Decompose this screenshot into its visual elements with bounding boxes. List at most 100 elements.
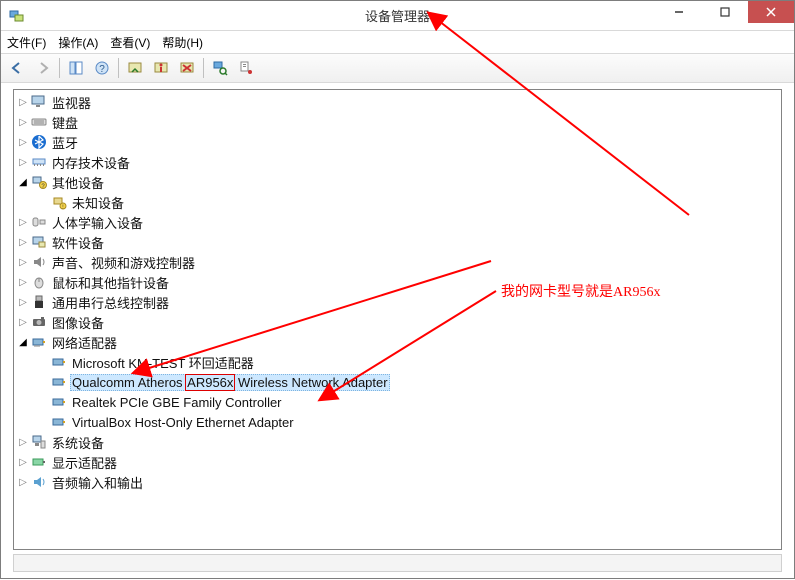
toolbar: ? (1, 53, 794, 83)
expand-arrow-icon[interactable]: ▷ (16, 155, 30, 169)
unknown-device-icon: ! (50, 194, 68, 210)
menu-view[interactable]: 查看(V) (110, 34, 150, 51)
expand-arrow-icon[interactable]: ▷ (16, 275, 30, 289)
tree-item-hid[interactable]: ▷ 人体学输入设备 (16, 212, 781, 232)
toolbar-separator (59, 58, 60, 78)
svg-text:!: ! (62, 205, 63, 211)
maximize-button[interactable] (702, 1, 748, 23)
tree-item-adapter[interactable]: ▷ VirtualBox Host-Only Ethernet Adapter (36, 412, 781, 432)
titlebar: 设备管理器 (1, 1, 794, 31)
bluetooth-icon (30, 134, 48, 150)
tree-item-monitor[interactable]: ▷ 监视器 (16, 92, 781, 112)
hid-icon (30, 214, 48, 230)
tree-item-imaging[interactable]: ▷ 图像设备 (16, 312, 781, 332)
tree-item-label: 软件设备 (50, 232, 106, 253)
software-devices-icon (30, 234, 48, 250)
memory-icon (30, 154, 48, 170)
collapse-arrow-icon[interactable]: ◢ (16, 175, 30, 189)
toolbar-separator (118, 58, 119, 78)
expand-arrow-icon[interactable]: ▷ (16, 475, 30, 489)
tree-item-keyboard[interactable]: ▷ 键盘 (16, 112, 781, 132)
expand-arrow-icon[interactable]: ▷ (16, 455, 30, 469)
tree-item-label: 网络适配器 (50, 332, 119, 353)
tree-item-label: 键盘 (50, 112, 80, 133)
tree-item-sound[interactable]: ▷ 声音、视频和游戏控制器 (16, 252, 781, 272)
display-adapter-icon (30, 454, 48, 470)
collapse-arrow-icon[interactable]: ◢ (16, 335, 30, 349)
network-adapter-icon (50, 394, 68, 410)
window-buttons (656, 1, 794, 23)
expand-arrow-icon[interactable]: ▷ (16, 435, 30, 449)
tree-item-label: 显示适配器 (50, 452, 119, 473)
usb-icon (30, 294, 48, 310)
tree-item-usb[interactable]: ▷ 通用串行总线控制器 (16, 292, 781, 312)
tree-item-label: 人体学输入设备 (50, 212, 145, 233)
device-tree: ▷ 监视器 ▷ 键盘 ▷ 蓝牙 ▷ 内存技术设备 ◢ ? 其他设备 (14, 92, 781, 492)
tree-item-unknown-device[interactable]: ▷ ! 未知设备 (36, 192, 781, 212)
disable-button[interactable] (149, 56, 173, 80)
tree-item-adapter[interactable]: ▷ Microsoft KM-TEST 环回适配器 (36, 352, 781, 372)
tree-item-label: 通用串行总线控制器 (50, 292, 171, 313)
showhide-tree-button[interactable] (64, 56, 88, 80)
forward-button[interactable] (31, 56, 55, 80)
expand-arrow-icon[interactable]: ▷ (16, 315, 30, 329)
tree-item-audio-io[interactable]: ▷ 音频输入和输出 (16, 472, 781, 492)
expand-arrow-icon[interactable]: ▷ (16, 235, 30, 249)
scan-hardware-button[interactable] (208, 56, 232, 80)
menu-bar: 文件(F) 操作(A) 查看(V) 帮助(H) (1, 31, 794, 53)
network-adapter-icon (50, 414, 68, 430)
system-devices-icon (30, 434, 48, 450)
menu-file[interactable]: 文件(F) (7, 34, 46, 51)
back-button[interactable] (5, 56, 29, 80)
tree-item-label: VirtualBox Host-Only Ethernet Adapter (70, 414, 296, 431)
tree-item-display-adapters[interactable]: ▷ 显示适配器 (16, 452, 781, 472)
properties-button[interactable] (234, 56, 258, 80)
tree-item-label: Realtek PCIe GBE Family Controller (70, 394, 284, 411)
minimize-button[interactable] (656, 1, 702, 23)
uninstall-button[interactable] (175, 56, 199, 80)
expand-arrow-icon[interactable]: ▷ (16, 135, 30, 149)
tree-item-label: Microsoft KM-TEST 环回适配器 (70, 352, 256, 373)
tree-item-label: 其他设备 (50, 172, 106, 193)
status-bar (13, 554, 782, 572)
svg-text:?: ? (99, 64, 105, 75)
tree-item-other-devices[interactable]: ◢ ? 其他设备 (16, 172, 781, 192)
tree-item-memory[interactable]: ▷ 内存技术设备 (16, 152, 781, 172)
help-button[interactable]: ? (90, 56, 114, 80)
update-driver-button[interactable] (123, 56, 147, 80)
network-adapter-icon (50, 374, 68, 390)
tree-item-adapter[interactable]: ▷ Realtek PCIe GBE Family Controller (36, 392, 781, 412)
network-adapter-icon (50, 354, 68, 370)
other-devices-icon: ? (30, 174, 48, 190)
close-button[interactable] (748, 1, 794, 23)
device-tree-pane[interactable]: ▷ 监视器 ▷ 键盘 ▷ 蓝牙 ▷ 内存技术设备 ◢ ? 其他设备 (13, 89, 782, 550)
tree-item-label: 鼠标和其他指针设备 (50, 272, 171, 293)
expand-arrow-icon[interactable]: ▷ (16, 115, 30, 129)
tree-item-software-devices[interactable]: ▷ 软件设备 (16, 232, 781, 252)
tree-item-system-devices[interactable]: ▷ 系统设备 (16, 432, 781, 452)
imaging-icon (30, 314, 48, 330)
menu-help[interactable]: 帮助(H) (162, 34, 203, 51)
tree-item-label: 系统设备 (50, 432, 106, 453)
mouse-icon (30, 274, 48, 290)
app-icon (9, 8, 25, 24)
network-adapter-icon (30, 334, 48, 350)
monitor-icon (30, 94, 48, 110)
tree-item-label: 内存技术设备 (50, 152, 132, 173)
audio-io-icon (30, 474, 48, 490)
menu-action[interactable]: 操作(A) (58, 34, 98, 51)
toolbar-separator (203, 58, 204, 78)
sound-icon (30, 254, 48, 270)
tree-item-network-adapters[interactable]: ◢ 网络适配器 (16, 332, 781, 352)
expand-arrow-icon[interactable]: ▷ (16, 215, 30, 229)
tree-item-adapter-selected[interactable]: ▷ Qualcomm Atheros AR956x Wireless Netwo… (36, 372, 781, 392)
tree-item-label: 声音、视频和游戏控制器 (50, 252, 197, 273)
tree-item-bluetooth[interactable]: ▷ 蓝牙 (16, 132, 781, 152)
tree-item-label: 图像设备 (50, 312, 106, 333)
tree-item-mouse[interactable]: ▷ 鼠标和其他指针设备 (16, 272, 781, 292)
expand-arrow-icon[interactable]: ▷ (16, 95, 30, 109)
expand-arrow-icon[interactable]: ▷ (16, 255, 30, 269)
highlight-box: AR956x (185, 374, 235, 391)
tree-item-label: 未知设备 (70, 192, 126, 213)
expand-arrow-icon[interactable]: ▷ (16, 295, 30, 309)
